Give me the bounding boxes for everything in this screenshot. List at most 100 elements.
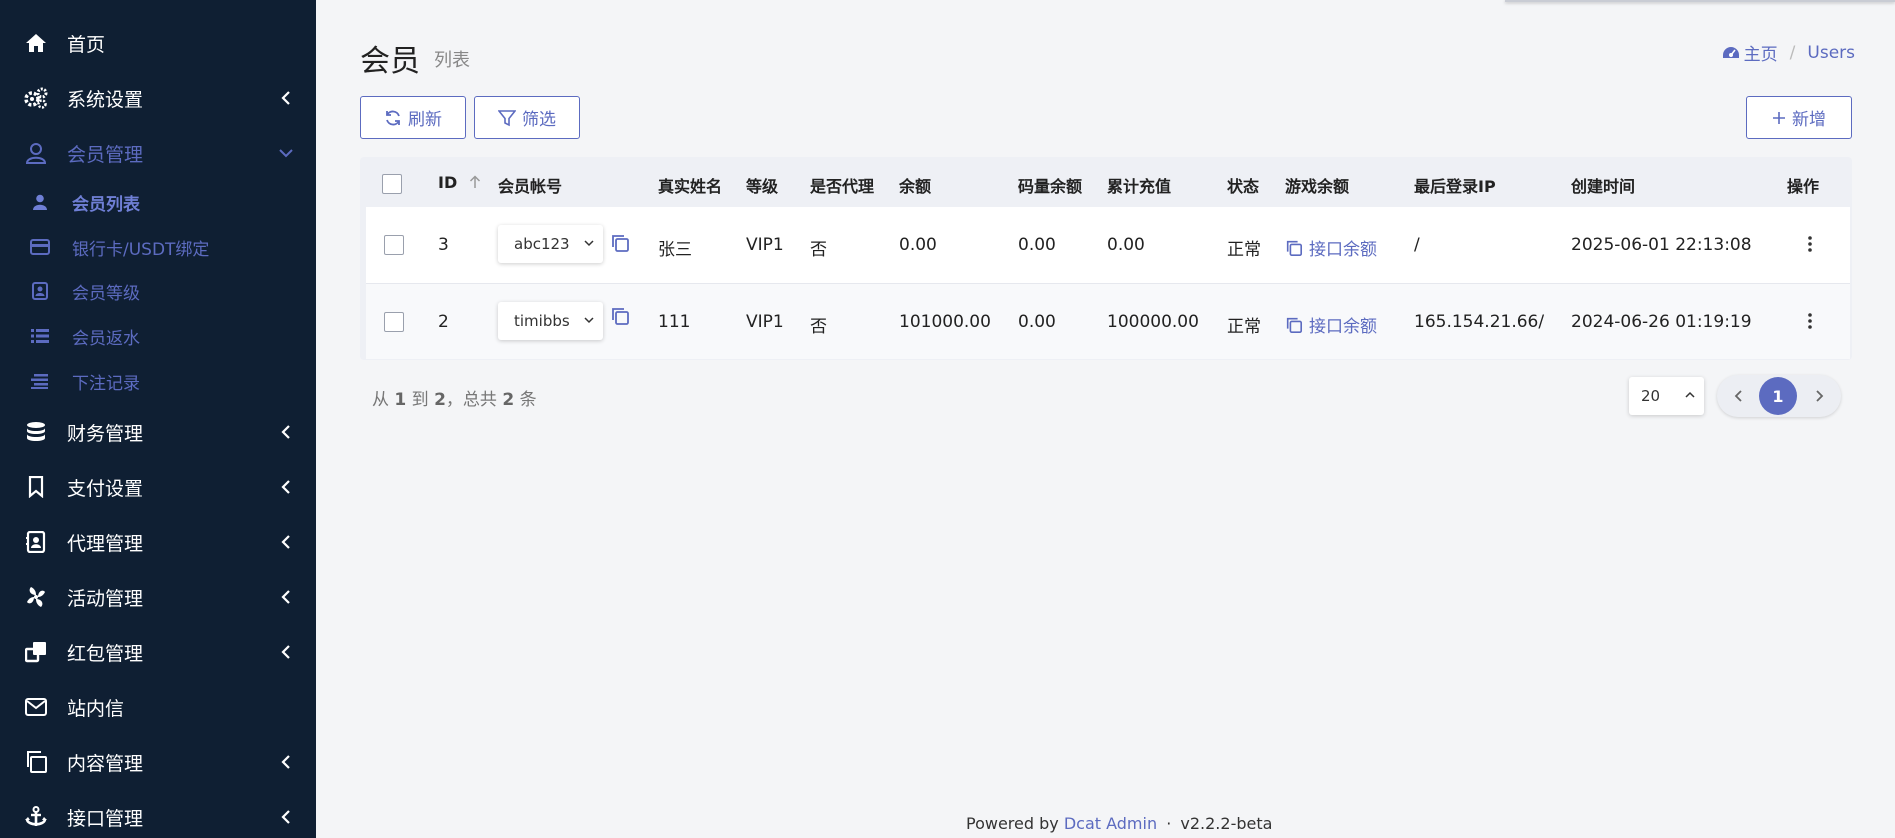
page-subtitle: 列表 xyxy=(434,50,470,71)
chevron-left-icon[interactable] xyxy=(1729,386,1749,406)
column-header-account: 会员帐号 xyxy=(498,177,563,196)
sidebar-item-member-management[interactable]: 会员管理 xyxy=(0,131,316,175)
cell-id: 2 xyxy=(438,312,449,332)
sidebar-item-label: 会员管理 xyxy=(67,143,144,166)
account-value: abc123 xyxy=(514,235,570,253)
sidebar-subitem-label: 下注记录 xyxy=(72,373,140,394)
column-header-total-recharge: 累计充值 xyxy=(1107,177,1172,196)
sidebar-subitem-label: 会员等级 xyxy=(72,283,140,304)
sidebar-item-agent-management[interactable]: 代理管理 xyxy=(0,520,316,564)
footer-brand-link[interactable]: Dcat Admin xyxy=(1064,814,1157,833)
sidebar-item-label: 支付设置 xyxy=(67,477,144,500)
column-header-created: 创建时间 xyxy=(1571,177,1636,196)
pagination-summary: 从 1 到 2，总共 2 条 xyxy=(372,390,537,410)
sidebar-item-content-management[interactable]: 内容管理 xyxy=(0,740,316,784)
sidebar-item-system-settings[interactable]: 系统设置 xyxy=(0,76,316,120)
sidebar-item-label: 代理管理 xyxy=(67,532,144,555)
cell-status: 正常 xyxy=(1227,317,1261,337)
chevron-left-icon xyxy=(278,479,294,495)
cell-last-ip: 165.154.21.66/ xyxy=(1414,312,1545,332)
sidebar-item-api-management[interactable]: 接口管理 xyxy=(0,795,316,838)
cell-code-balance: 0.00 xyxy=(1018,312,1056,332)
column-header-actions: 操作 xyxy=(1787,177,1820,196)
table-row: 3 abc123 张三 VIP1 否 0.00 0.00 0.00 正常 接口余… xyxy=(366,207,1850,283)
footer: Powered by Dcat Admin · v2.2.2-beta xyxy=(966,814,1273,833)
row-checkbox[interactable] xyxy=(384,312,404,332)
column-header-status: 状态 xyxy=(1227,177,1260,196)
sidebar-item-label: 内容管理 xyxy=(67,752,144,775)
members-table: ID 会员帐号 真实姓名 等级 是否代理 余额 码量余额 累计充值 状态 游戏余… xyxy=(360,157,1852,360)
table-row: 2 timibbs 111 VIP1 否 101000.00 0.00 1000… xyxy=(366,283,1850,359)
sidebar-item-activity-management[interactable]: 活动管理 xyxy=(0,575,316,619)
cell-balance: 0.00 xyxy=(899,235,937,255)
copy-icon[interactable] xyxy=(610,233,630,253)
chevron-down-icon xyxy=(584,240,594,247)
pagination: 1 xyxy=(1717,375,1841,417)
account-dropdown[interactable]: timibbs xyxy=(498,302,603,340)
game-balance-link[interactable]: 接口余额 xyxy=(1285,235,1377,260)
cell-id: 3 xyxy=(438,235,449,255)
sidebar-item-label: 系统设置 xyxy=(67,88,144,111)
cell-code-balance: 0.00 xyxy=(1018,235,1056,255)
row-checkbox[interactable] xyxy=(384,235,404,255)
credit-card-icon xyxy=(30,237,50,257)
sidebar-item-payment-settings[interactable]: 支付设置 xyxy=(0,465,316,509)
pinwheel-icon xyxy=(24,585,48,609)
sidebar-item-label: 红包管理 xyxy=(67,642,144,665)
cell-real-name: 111 xyxy=(658,312,691,332)
chevron-down-icon xyxy=(278,145,294,161)
row-actions-button[interactable] xyxy=(1800,233,1820,255)
main-content: 会员 列表 主页 / Users 刷新 筛选 新增 ID 会员帐号 真实姓名 等… xyxy=(316,0,1895,838)
cell-level: VIP1 xyxy=(746,312,784,332)
chevron-left-icon xyxy=(278,534,294,550)
chevron-up-icon xyxy=(1685,391,1695,398)
more-vertical-icon xyxy=(1808,313,1812,329)
cell-is-agent: 否 xyxy=(810,317,827,337)
filter-button[interactable]: 筛选 xyxy=(474,96,580,139)
column-header-real-name: 真实姓名 xyxy=(658,177,723,196)
chevron-down-icon xyxy=(584,317,594,324)
add-button-label: 新增 xyxy=(1792,110,1826,130)
sidebar-subitem-label: 会员列表 xyxy=(72,194,140,215)
clone-icon xyxy=(24,640,48,664)
chevron-right-icon[interactable] xyxy=(1809,386,1829,406)
sidebar-subitem-member-rebate[interactable]: 会员返水 xyxy=(0,318,316,354)
game-balance-link[interactable]: 接口余额 xyxy=(1285,312,1377,337)
refresh-button[interactable]: 刷新 xyxy=(360,96,466,139)
cell-real-name: 张三 xyxy=(658,240,692,260)
select-all-checkbox[interactable] xyxy=(382,174,402,194)
sidebar-item-label: 首页 xyxy=(67,33,106,56)
breadcrumb-home[interactable]: 主页 xyxy=(1722,40,1778,65)
chevron-left-icon xyxy=(278,589,294,605)
account-dropdown[interactable]: abc123 xyxy=(498,225,603,263)
page-size-select[interactable]: 20 xyxy=(1629,377,1704,415)
gears-icon xyxy=(24,86,48,110)
bookmark-icon xyxy=(24,475,48,499)
envelope-icon xyxy=(24,695,48,719)
refresh-button-label: 刷新 xyxy=(408,110,442,130)
sidebar-subitem-bet-records[interactable]: 下注记录 xyxy=(0,363,316,399)
copy-icon[interactable] xyxy=(610,306,630,326)
column-header-game-balance: 游戏余额 xyxy=(1285,177,1350,196)
column-header-code-balance: 码量余额 xyxy=(1018,177,1083,196)
copy-icon xyxy=(24,750,48,774)
column-header-is-agent: 是否代理 xyxy=(810,177,875,196)
page-button-current[interactable]: 1 xyxy=(1759,377,1797,415)
align-icon xyxy=(30,371,50,391)
sidebar-item-label: 接口管理 xyxy=(67,807,144,830)
sidebar-subitem-bank-card-usdt[interactable]: 银行卡/USDT绑定 xyxy=(0,229,316,265)
sidebar-subitem-member-list[interactable]: 会员列表 xyxy=(0,184,316,220)
sidebar-item-site-messages[interactable]: 站内信 xyxy=(0,685,316,729)
chevron-left-icon xyxy=(278,644,294,660)
sidebar-item-finance[interactable]: 财务管理 xyxy=(0,410,316,454)
sidebar-item-label: 站内信 xyxy=(67,697,125,720)
sidebar-item-label: 财务管理 xyxy=(67,422,144,445)
row-actions-button[interactable] xyxy=(1800,310,1820,332)
sidebar-subitem-member-level[interactable]: 会员等级 xyxy=(0,273,316,309)
sidebar-item-red-packet-management[interactable]: 红包管理 xyxy=(0,630,316,674)
add-button[interactable]: 新增 xyxy=(1746,96,1852,139)
copy-icon xyxy=(1286,317,1303,333)
page-size-value: 20 xyxy=(1641,387,1661,405)
sidebar-item-home[interactable]: 首页 xyxy=(0,21,316,65)
column-header-id[interactable]: ID xyxy=(438,173,481,192)
